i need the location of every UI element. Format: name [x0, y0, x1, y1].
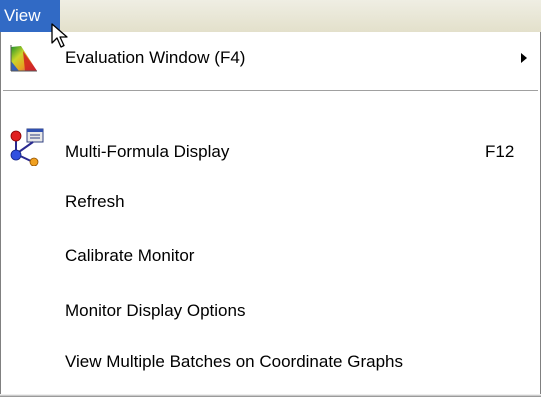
- menu-item-label: Evaluation Window (F4): [65, 48, 246, 67]
- menu-item-evaluation-window[interactable]: Evaluation Window (F4): [1, 38, 540, 78]
- menu-item-refresh[interactable]: Refresh: [1, 182, 540, 222]
- menu-separator: [3, 90, 538, 92]
- menu-item-multi-formula-display[interactable]: Multi-Formula Display F12: [1, 128, 540, 172]
- menu-item-shortcut: F12: [485, 142, 515, 161]
- menu-item-view-multiple-batches[interactable]: View Multiple Batches on Coordinate Grap…: [1, 342, 540, 382]
- submenu-arrow-icon: [521, 53, 527, 63]
- view-dropdown-menu: Evaluation Window (F4) Multi-Formula Dis…: [0, 32, 541, 397]
- mouse-cursor-icon: [51, 23, 68, 48]
- menu-item-label: Multi-Formula Display: [65, 142, 230, 161]
- menu-item-label: Monitor Display Options: [65, 301, 246, 320]
- menu-bar: View: [0, 0, 541, 33]
- evaluation-window-icon: [10, 44, 38, 72]
- menu-item-label: Calibrate Monitor: [65, 246, 195, 265]
- multi-formula-display-icon: [10, 128, 44, 166]
- menu-item-monitor-display-options[interactable]: Monitor Display Options: [1, 291, 540, 331]
- menu-item-label: Refresh: [65, 192, 125, 211]
- menu-item-label: View Multiple Batches on Coordinate Grap…: [65, 352, 403, 371]
- menu-item-calibrate-monitor[interactable]: Calibrate Monitor: [1, 236, 540, 276]
